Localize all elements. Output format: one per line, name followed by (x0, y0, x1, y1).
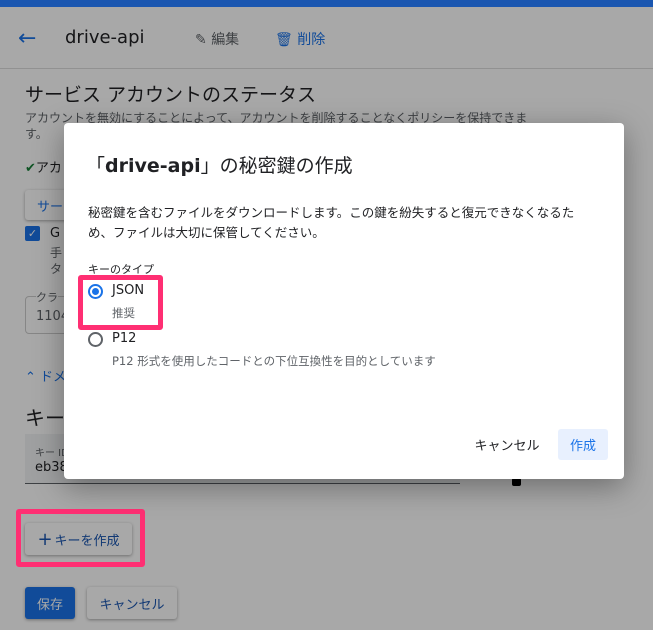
highlight-create-key (16, 509, 145, 567)
dialog-description: 秘密鍵を含むファイルをダウンロードします。この鍵を紛失すると復元できなくなるため… (88, 205, 575, 240)
dialog-create-button[interactable]: 作成 (558, 429, 608, 460)
dialog-cancel-label: キャンセル (474, 438, 540, 454)
radio-p12-label: P12 (112, 331, 137, 346)
title-suffix: 」の秘密鍵の作成 (200, 155, 353, 177)
create-key-dialog: 「drive-api」の秘密鍵の作成 秘密鍵を含むファイルをダウンロードします。… (64, 123, 624, 479)
radio-p12-sub: P12 形式を使用したコードとの下位互換性を目的としています (112, 354, 436, 368)
dialog-cancel-button[interactable]: キャンセル (462, 428, 552, 460)
radio-json-label: JSON (112, 283, 145, 298)
title-name: drive-api (105, 155, 201, 177)
radio-button[interactable] (88, 332, 103, 347)
radio-json-sub: 推奨 (112, 306, 135, 320)
dialog-title: 「drive-api」の秘密鍵の作成 (86, 151, 353, 178)
radio-button-selected[interactable] (88, 284, 103, 299)
title-bracket-open: 「 (86, 155, 106, 177)
top-bar (0, 0, 653, 7)
dialog-create-label: 作成 (569, 439, 596, 454)
